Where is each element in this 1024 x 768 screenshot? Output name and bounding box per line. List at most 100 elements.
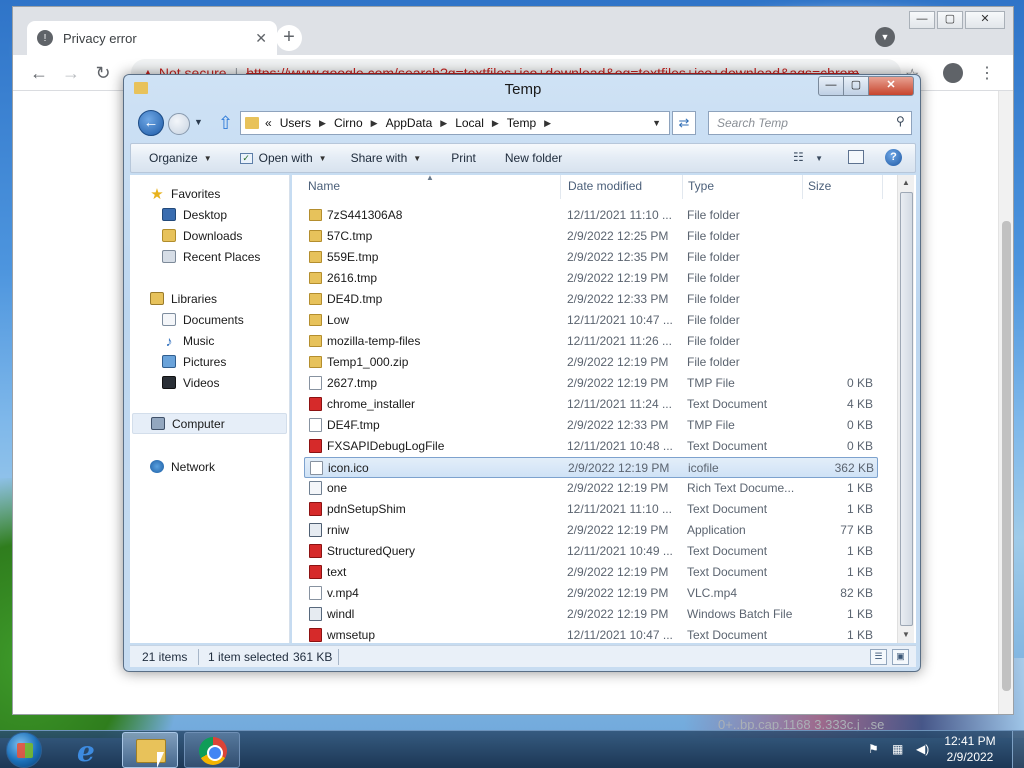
address-bar[interactable]: « Users ▶ Cirno ▶ AppData ▶ Local ▶ Temp… bbox=[240, 111, 670, 135]
forward-button[interactable] bbox=[168, 113, 190, 135]
scroll-down-icon[interactable]: ▼ bbox=[902, 630, 910, 639]
action-center-flag-icon[interactable]: ⚑ bbox=[868, 742, 879, 756]
chevron-right-icon[interactable]: ▶ bbox=[544, 118, 551, 129]
file-name: StructuredQuery bbox=[327, 544, 416, 558]
nav-computer[interactable]: Computer bbox=[132, 413, 287, 434]
file-row[interactable]: 2627.tmp 2/9/2022 12:19 PM TMP File 0 KB bbox=[304, 373, 878, 394]
back-button[interactable]: ← bbox=[27, 61, 51, 85]
show-desktop-button[interactable] bbox=[1012, 731, 1024, 768]
file-row[interactable]: v.mp4 2/9/2022 12:19 PM VLC.mp4 82 KB bbox=[304, 583, 878, 604]
file-size: 0 KB bbox=[846, 439, 873, 453]
file-row[interactable]: 559E.tmp 2/9/2022 12:35 PM File folder bbox=[304, 247, 878, 268]
nav-documents[interactable]: Documents bbox=[162, 309, 244, 330]
system-clock[interactable]: 12:41 PM 2/9/2022 bbox=[940, 733, 1000, 765]
file-row[interactable]: rniw 2/9/2022 12:19 PM Application 77 KB bbox=[304, 520, 878, 541]
chrome-close-button[interactable]: ✕ bbox=[965, 11, 1005, 29]
start-button[interactable] bbox=[6, 732, 42, 768]
nav-libraries[interactable]: Libraries bbox=[150, 288, 217, 309]
open-with-button[interactable]: ✓ Open with ▼ bbox=[239, 151, 327, 165]
share-with-button[interactable]: Share with ▼ bbox=[351, 151, 422, 165]
new-folder-button[interactable]: New folder bbox=[505, 151, 562, 165]
nav-desktop[interactable]: Desktop bbox=[162, 204, 227, 225]
address-dropdown-icon[interactable]: ▼ bbox=[652, 118, 661, 128]
column-header-size[interactable]: Size bbox=[808, 175, 831, 199]
maximize-button[interactable]: ▢ bbox=[843, 76, 869, 96]
view-options-icon[interactable]: ☷ ▼ bbox=[793, 150, 823, 164]
up-arrow-icon[interactable]: ⇧ bbox=[218, 113, 233, 134]
file-row[interactable]: DE4D.tmp 2/9/2022 12:33 PM File folder bbox=[304, 289, 878, 310]
search-icon[interactable]: ⚲ bbox=[896, 114, 905, 128]
file-row-selected[interactable]: icon.ico 2/9/2022 12:19 PM icofile 362 KB bbox=[304, 457, 878, 478]
recent-pages-dropdown[interactable]: ▼ bbox=[194, 117, 203, 127]
file-row[interactable]: Temp1_000.zip 2/9/2022 12:19 PM File folde… bbox=[304, 352, 878, 373]
taskbar-internet-explorer[interactable]: e bbox=[62, 732, 118, 768]
nav-videos[interactable]: Videos bbox=[162, 372, 219, 393]
file-row[interactable]: FXSAPIDebugLogFile 12/11/2021 10:48 ... Te… bbox=[304, 436, 878, 457]
chevron-right-icon[interactable]: ▶ bbox=[492, 118, 499, 129]
search-input[interactable]: Search Temp bbox=[708, 111, 912, 135]
breadcrumb-temp[interactable]: Temp bbox=[507, 116, 536, 130]
taskbar-windows-explorer[interactable] bbox=[122, 732, 178, 768]
file-size: 1 KB bbox=[846, 565, 873, 579]
scrollbar-thumb[interactable] bbox=[900, 192, 913, 626]
rich-text-icon bbox=[309, 481, 322, 495]
back-button[interactable]: ← bbox=[138, 110, 164, 136]
nav-recent-places[interactable]: Recent Places bbox=[162, 246, 260, 267]
file-row[interactable]: DE4F.tmp 2/9/2022 12:33 PM TMP File 0 KB bbox=[304, 415, 878, 436]
file-list-scrollbar[interactable]: ▲ ▼ bbox=[897, 175, 914, 643]
forward-button[interactable]: → bbox=[59, 61, 83, 85]
network-tray-icon[interactable]: ▦ bbox=[892, 742, 903, 756]
large-icons-view-icon[interactable]: ▣ bbox=[892, 649, 909, 665]
new-tab-button[interactable]: + bbox=[276, 25, 302, 51]
nav-favorites[interactable]: ★ Favorites bbox=[150, 183, 220, 204]
nav-network[interactable]: Network bbox=[150, 456, 215, 477]
file-row[interactable]: text 2/9/2022 12:19 PM Text Document 1 KB bbox=[304, 562, 878, 583]
scroll-up-icon[interactable]: ▲ bbox=[902, 178, 910, 187]
column-header-type[interactable]: Type bbox=[688, 175, 714, 199]
breadcrumb-cirno[interactable]: Cirno bbox=[334, 116, 363, 130]
nav-music[interactable]: ♪ Music bbox=[162, 330, 215, 351]
breadcrumb-overflow[interactable]: « bbox=[265, 116, 272, 130]
chrome-menu-icon[interactable]: ⋮ bbox=[979, 63, 995, 83]
file-row[interactable]: windl 2/9/2022 12:19 PM Windows Batch File… bbox=[304, 604, 878, 625]
organize-button[interactable]: Organize ▼ bbox=[149, 151, 212, 165]
breadcrumb-local[interactable]: Local bbox=[455, 116, 484, 130]
file-row[interactable]: pdnSetupShim 12/11/2021 11:10 ... Text Doc… bbox=[304, 499, 878, 520]
preview-pane-icon[interactable] bbox=[848, 150, 864, 164]
file-type: Rich Text Docume... bbox=[687, 481, 795, 495]
chevron-right-icon[interactable]: ▶ bbox=[319, 118, 326, 129]
chrome-minimize-button[interactable]: — bbox=[909, 11, 935, 29]
file-row[interactable]: Low 12/11/2021 10:47 ... File folder bbox=[304, 310, 878, 331]
chevron-right-icon[interactable]: ▶ bbox=[371, 118, 378, 129]
close-button[interactable]: ✕ bbox=[868, 76, 914, 96]
chevron-right-icon[interactable]: ▶ bbox=[440, 118, 447, 129]
help-icon[interactable]: ? bbox=[885, 149, 902, 166]
chrome-maximize-button[interactable]: ▢ bbox=[937, 11, 963, 29]
reload-button[interactable]: ↻ bbox=[91, 61, 115, 85]
column-header-name[interactable]: Name bbox=[308, 175, 340, 199]
nav-pictures[interactable]: Pictures bbox=[162, 351, 226, 372]
file-row[interactable]: mozilla-temp-files 12/11/2021 11:26 ... Fi… bbox=[304, 331, 878, 352]
details-view-icon[interactable]: ☰ bbox=[870, 649, 887, 665]
file-row[interactable]: 7zS441306A8 12/11/2021 11:10 ... File fold… bbox=[304, 205, 878, 226]
file-row[interactable]: chrome_installer 12/11/2021 11:24 ... Text… bbox=[304, 394, 878, 415]
breadcrumb-appdata[interactable]: AppData bbox=[386, 116, 433, 130]
file-row[interactable]: 2616.tmp 2/9/2022 12:19 PM File folder bbox=[304, 268, 878, 289]
file-row[interactable]: StructuredQuery 12/11/2021 10:49 ... Text … bbox=[304, 541, 878, 562]
nav-downloads[interactable]: Downloads bbox=[162, 225, 242, 246]
tab-close-icon[interactable]: ✕ bbox=[255, 30, 267, 47]
profile-icon[interactable] bbox=[943, 63, 963, 83]
page-scrollbar[interactable] bbox=[998, 91, 1013, 714]
volume-icon[interactable]: ◀) bbox=[916, 742, 929, 756]
file-row[interactable]: wmsetup 12/11/2021 10:47 ... Text Document… bbox=[304, 625, 878, 646]
tab-privacy-error[interactable]: ! Privacy error ✕ bbox=[27, 21, 277, 55]
minimize-button[interactable]: — bbox=[818, 76, 844, 96]
print-button[interactable]: Print bbox=[451, 151, 476, 165]
taskbar-chrome[interactable] bbox=[184, 732, 240, 768]
refresh-button[interactable]: ⇄ bbox=[672, 111, 696, 135]
breadcrumb-users[interactable]: Users bbox=[280, 116, 311, 130]
tab-search-icon[interactable]: ▼ bbox=[875, 27, 895, 47]
file-row[interactable]: one 2/9/2022 12:19 PM Rich Text Docume... 1… bbox=[304, 478, 878, 499]
file-row[interactable]: 57C.tmp 2/9/2022 12:25 PM File folder bbox=[304, 226, 878, 247]
column-header-date-modified[interactable]: Date modified bbox=[568, 175, 642, 199]
